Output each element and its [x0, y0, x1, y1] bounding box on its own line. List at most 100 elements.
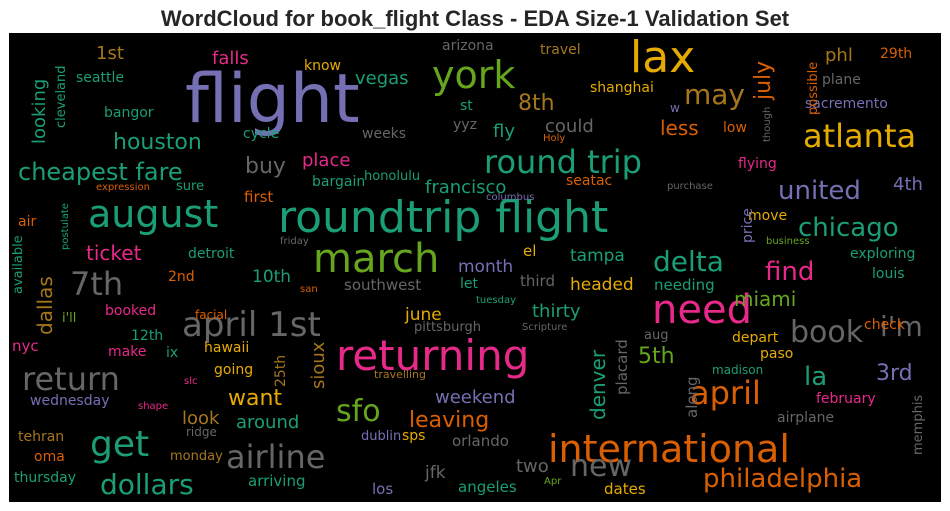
word-117: southwest	[344, 276, 421, 294]
word-123: aug	[644, 328, 668, 343]
word-104: yyz	[453, 117, 477, 133]
word-21: delta	[653, 245, 724, 278]
word-27: find	[765, 257, 814, 287]
word-86: price	[740, 208, 756, 243]
word-42: denver	[586, 349, 610, 420]
word-58: looking	[29, 79, 50, 144]
word-53: 1st	[96, 43, 124, 64]
word-101: cycle	[243, 126, 279, 142]
word-149: w	[670, 101, 680, 115]
word-64: first	[244, 188, 273, 206]
word-146: business	[766, 236, 810, 247]
word-23: may	[684, 78, 745, 111]
word-6: august	[88, 192, 218, 236]
word-145: purchase	[667, 181, 713, 192]
word-67: los	[372, 480, 393, 498]
word-140: oma	[34, 449, 65, 465]
word-15: 7th	[70, 265, 123, 303]
word-134: nyc	[12, 337, 39, 355]
word-97: know	[304, 58, 341, 74]
word-69: arriving	[248, 472, 306, 490]
word-38: 5th	[638, 344, 675, 369]
word-88: low	[723, 120, 747, 136]
word-17: book	[790, 315, 864, 350]
word-50: fly	[493, 121, 515, 142]
wordcloud-canvas: flight roundtrip flight returning internati…	[9, 33, 941, 502]
word-111: available	[11, 235, 26, 294]
word-33: miami	[734, 287, 796, 311]
word-144: columbus	[486, 192, 534, 203]
word-122: Scripture	[522, 322, 567, 333]
word-43: sioux	[308, 341, 329, 389]
word-54: around	[236, 412, 299, 433]
word-51: place	[302, 150, 350, 171]
word-39: less	[660, 116, 699, 140]
word-95: arizona	[442, 38, 494, 54]
word-127: san	[300, 284, 318, 295]
word-72: dublin	[361, 429, 401, 444]
word-139: ridge	[186, 425, 217, 439]
word-142: travelling	[374, 368, 426, 381]
word-68: dates	[604, 480, 646, 498]
word-121: pittsburgh	[414, 320, 481, 335]
word-44: thirty	[532, 301, 581, 322]
word-105: honolulu	[364, 169, 420, 184]
word-30: houston	[113, 130, 202, 155]
word-77: airplane	[777, 410, 834, 426]
word-11: atlanta	[803, 117, 916, 155]
word-20: dollars	[100, 468, 194, 501]
word-66: angeles	[458, 478, 517, 496]
word-70: monday	[170, 449, 223, 464]
word-136: shape	[138, 401, 168, 412]
word-40: ticket	[86, 241, 142, 265]
word-147: Holy	[543, 133, 565, 144]
word-137: wednesday	[30, 393, 109, 409]
word-48: phl	[825, 45, 853, 66]
word-79: paso	[760, 346, 793, 362]
word-25: chicago	[798, 213, 899, 243]
word-24: united	[778, 176, 861, 206]
word-32: want	[228, 386, 282, 411]
word-138: tehran	[18, 429, 64, 445]
word-82: check	[864, 317, 906, 333]
chart-title: WordCloud for book_flight Class - EDA Si…	[160, 6, 790, 31]
word-103: st	[460, 98, 473, 114]
word-129: ix	[166, 345, 178, 361]
word-96: shanghai	[590, 80, 654, 96]
word-61: month	[458, 257, 513, 277]
word-35: july	[751, 61, 776, 101]
word-84: exploring	[850, 246, 915, 262]
word-89: seatac	[566, 173, 612, 189]
word-116: third	[520, 272, 555, 290]
word-100: cleveland	[54, 65, 69, 128]
word-92: possible	[806, 62, 821, 115]
word-73: sps	[402, 428, 425, 444]
word-110: postulate	[60, 203, 71, 250]
word-76: memphis	[911, 395, 926, 455]
word-18: sfo	[336, 394, 381, 429]
word-41: dallas	[33, 276, 57, 335]
word-99: bangor	[104, 105, 154, 121]
word-60: tampa	[570, 246, 625, 266]
word-63: 10th	[252, 267, 291, 287]
wordcloud-svg: flightroundtrip flightreturninginternati…	[11, 33, 926, 501]
word-28: la	[804, 362, 827, 392]
word-93: 29th	[880, 46, 912, 62]
word-83: louis	[872, 266, 905, 282]
word-148: though	[762, 107, 773, 142]
word-37: 3rd	[876, 361, 913, 386]
word-128: 12th	[131, 328, 163, 344]
word-135: slc	[184, 376, 198, 387]
word-46: vegas	[355, 68, 409, 89]
word-87: flying	[738, 156, 777, 172]
word-106: bargain	[312, 174, 365, 190]
word-52: 4th	[893, 174, 923, 195]
word-80: depart	[732, 330, 779, 346]
word-102: weeks	[362, 126, 406, 142]
word-120: tuesday	[476, 295, 516, 306]
word-71: orlando	[452, 432, 509, 450]
word-126: facial	[195, 308, 227, 322]
word-4: lax	[630, 33, 695, 83]
word-78: february	[816, 391, 876, 407]
word-112: detroit	[188, 246, 235, 262]
